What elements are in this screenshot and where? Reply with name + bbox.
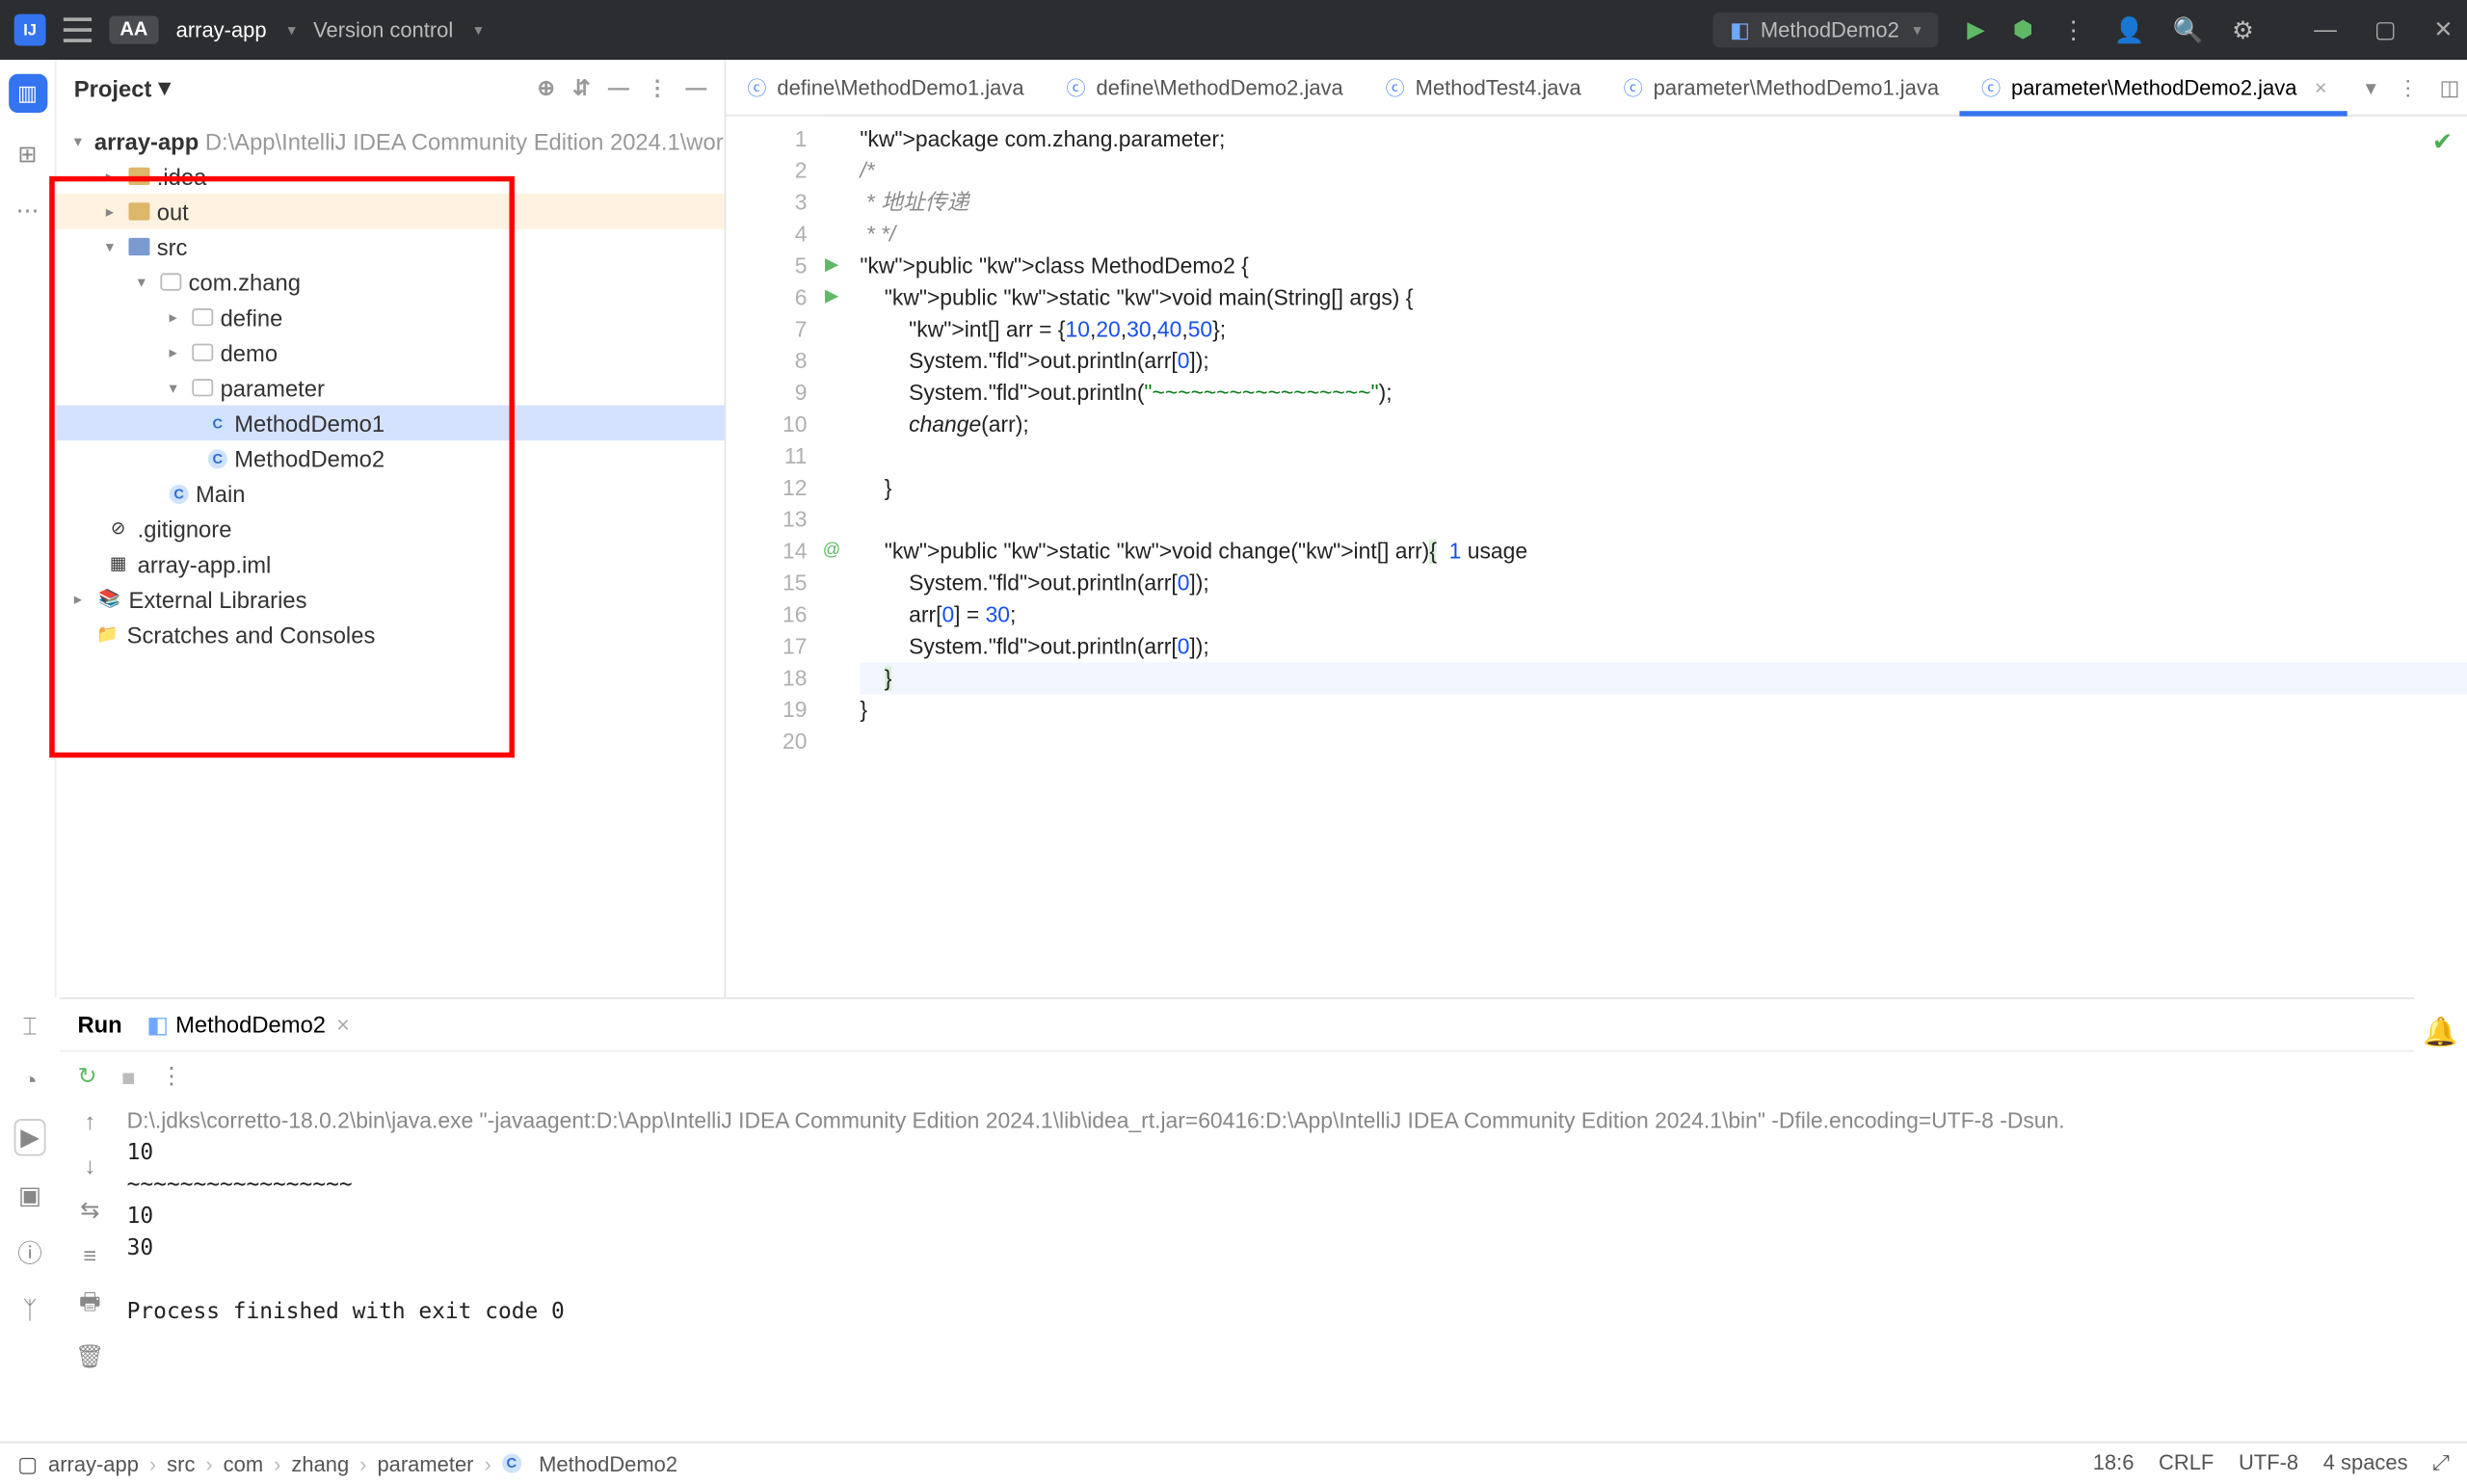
tree-parameter[interactable]: ▾parameter <box>57 370 725 406</box>
idea-logo-icon: IJ <box>14 14 46 46</box>
print-icon[interactable]: 🖶 <box>79 1286 100 1325</box>
services-icon[interactable]: ◔ <box>22 1066 37 1094</box>
rerun-icon[interactable]: ↻ <box>77 1063 96 1091</box>
tree-out[interactable]: ▸out <box>57 194 725 229</box>
tree-scratch[interactable]: 📁Scratches and Consoles <box>57 617 725 652</box>
maximize-button[interactable]: ▢ <box>2374 15 2396 41</box>
collapse-icon[interactable]: — <box>608 76 629 101</box>
tree-idea[interactable]: ▸.idea <box>57 159 725 195</box>
tree-gitignore[interactable]: ⊘.gitignore <box>57 511 725 546</box>
source-code[interactable]: "kw">package com.zhang.parameter; /* * 地… <box>846 117 2467 997</box>
inspection-ok-icon[interactable]: ✔ <box>2432 127 2453 157</box>
stop-icon[interactable]: ■ <box>121 1064 135 1090</box>
locate-icon[interactable]: ⊕ <box>537 76 554 101</box>
run-options-icon[interactable]: ⋮ <box>160 1063 183 1091</box>
caret-position[interactable]: 18:6 <box>2093 1450 2135 1476</box>
project-tree[interactable]: ▾ array-app D:\App\IntelliJ IDEA Communi… <box>57 117 725 997</box>
expand-icon[interactable]: ⇵ <box>572 76 590 101</box>
close-run-tab-icon[interactable]: × <box>336 1012 350 1038</box>
run-tool-icon[interactable]: ▶ <box>13 1119 46 1155</box>
indent[interactable]: 4 spaces <box>2323 1450 2408 1476</box>
options-icon[interactable]: ⋮ <box>647 76 668 101</box>
tree-src[interactable]: ▾src <box>57 229 725 265</box>
tab-options-icon[interactable]: ⋮ <box>2398 75 2419 100</box>
tree-root[interactable]: ▾ array-app D:\App\IntelliJ IDEA Communi… <box>57 123 725 159</box>
project-chip: AA <box>109 15 158 43</box>
root-name: array-app <box>94 128 199 154</box>
tree-demo[interactable]: ▸demo <box>57 334 725 370</box>
split-editor-icon[interactable]: ◫ <box>2440 75 2460 100</box>
debug-button[interactable]: ⬢ <box>2013 15 2033 43</box>
clear-icon[interactable]: 🗑 <box>75 1342 104 1370</box>
line-sep[interactable]: CRLF <box>2159 1450 2214 1476</box>
user-icon[interactable]: 👤 <box>2114 15 2145 45</box>
status-bar: ▢ array-app › src › com › zhang › parame… <box>0 1442 2467 1484</box>
hide-icon[interactable]: — <box>685 76 706 101</box>
right-rail: 🔔 <box>2414 997 2467 1442</box>
tree-methoddemo1[interactable]: CMethodDemo1 <box>57 406 725 441</box>
tab-methodtest4[interactable]: ⓒMethodTest4.java <box>1365 60 1603 115</box>
run-config-name: MethodDemo2 <box>1761 17 1899 42</box>
up-icon[interactable]: ↑ <box>84 1108 95 1134</box>
chevron-down-icon[interactable]: ▾ <box>2366 75 2376 100</box>
vcs-menu[interactable]: Version control <box>313 17 453 42</box>
tab-param-demo2[interactable]: ⓒparameter\MethodDemo2.java × <box>1960 60 2348 115</box>
tab-define-demo1[interactable]: ⓒdefine\MethodDemo1.java <box>726 60 1045 115</box>
sidebar-title[interactable]: Project <box>74 75 152 101</box>
notifications-icon[interactable]: 🔔 <box>2423 1015 2457 1050</box>
down-icon[interactable]: ↓ <box>84 1153 95 1179</box>
tree-methoddemo2[interactable]: CMethodDemo2 <box>57 440 725 476</box>
root-path: D:\App\IntelliJ IDEA Community Edition 2… <box>205 128 725 154</box>
run-tab-label[interactable]: Run <box>77 1012 121 1038</box>
editor-area: ⓒdefine\MethodDemo1.java ⓒdefine\MethodD… <box>726 60 2467 997</box>
search-icon[interactable]: 🔍 <box>2173 15 2204 45</box>
project-sidebar: Project ▾ ⊕ ⇵ — ⋮ — ▾ array-app D:\App\I… <box>57 60 727 997</box>
line-gutter: 1234567891011121314151617181920 <box>726 117 817 997</box>
breadcrumb[interactable]: array-app › src › com › zhang › paramete… <box>48 1451 677 1476</box>
scroll-end-icon[interactable]: ≡ <box>83 1242 96 1268</box>
tab-param-demo1[interactable]: ⓒparameter\MethodDemo1.java <box>1603 60 1960 115</box>
readonly-icon[interactable]: ⤢ <box>2432 1450 2450 1476</box>
chevron-down-icon: ▾ <box>159 74 171 102</box>
project-tool-button[interactable]: ▥ <box>8 74 46 113</box>
left-tool-rail: ▥ ⊞ ⋯ <box>0 60 57 997</box>
soft-wrap-icon[interactable]: ⇆ <box>80 1197 99 1225</box>
encoding[interactable]: UTF-8 <box>2239 1450 2298 1476</box>
close-button[interactable]: ✕ <box>2433 15 2453 41</box>
code-editor[interactable]: ✔ 1234567891011121314151617181920 ▶▶@ "k… <box>726 117 2467 997</box>
more-actions-icon[interactable]: ⋮ <box>2061 15 2086 45</box>
chevron-down-icon: ▾ <box>1913 20 1921 40</box>
more-tool-icon[interactable]: ⋯ <box>15 198 39 225</box>
main-menu-button[interactable] <box>64 17 92 42</box>
tab-define-demo2[interactable]: ⓒdefine\MethodDemo2.java <box>1046 60 1365 115</box>
tree-pkg[interactable]: ▾com.zhang <box>57 264 725 300</box>
settings-icon[interactable]: ⚙ <box>2232 15 2254 45</box>
editor-tabs: ⓒdefine\MethodDemo1.java ⓒdefine\MethodD… <box>726 60 2467 117</box>
console-output[interactable]: D:\.jdks\corretto-18.0.2\bin\java.exe "-… <box>119 1101 2414 1442</box>
chevron-down-icon: ▾ <box>474 20 482 40</box>
run-config-tab[interactable]: ◧MethodDemo2 × <box>146 1011 350 1039</box>
tree-iml[interactable]: ▦array-app.iml <box>57 546 725 582</box>
minimize-button[interactable]: — <box>2314 15 2337 41</box>
run-panel: Run ◧MethodDemo2 × ↻ ■ ⋮ ↑ ↓ ⇆ ≡ 🖶 🗑 <box>60 997 2414 1442</box>
tree-define[interactable]: ▸define <box>57 300 725 335</box>
run-button[interactable]: ▶ <box>1967 15 1984 43</box>
event-log-icon[interactable]: ⓘ <box>17 1235 42 1271</box>
bottom-left-rail: ⌶ ◔ ▶ ▣ ⓘ ᛉ <box>0 997 60 1442</box>
structure-tool-icon[interactable]: ⊞ <box>17 141 37 169</box>
tree-main[interactable]: CMain <box>57 476 725 512</box>
project-name[interactable]: array-app <box>176 17 267 42</box>
problems-icon[interactable]: ▣ <box>18 1180 41 1210</box>
titlebar: IJ AA array-app ▾ Version control ▾ ◧ Me… <box>0 0 2467 60</box>
gutter-icons: ▶▶@ <box>817 117 845 997</box>
tree-extlib[interactable]: ▸📚External Libraries <box>57 581 725 617</box>
console-toolbar: ↑ ↓ ⇆ ≡ 🖶 🗑 <box>60 1101 119 1442</box>
git-icon[interactable]: ᛉ <box>22 1295 37 1323</box>
terminal-icon[interactable]: ⌶ <box>22 1012 37 1042</box>
run-config-selector[interactable]: ◧ MethodDemo2 ▾ <box>1712 13 1939 48</box>
close-tab-icon[interactable]: × <box>2315 75 2327 100</box>
chevron-down-icon: ▾ <box>288 20 296 40</box>
